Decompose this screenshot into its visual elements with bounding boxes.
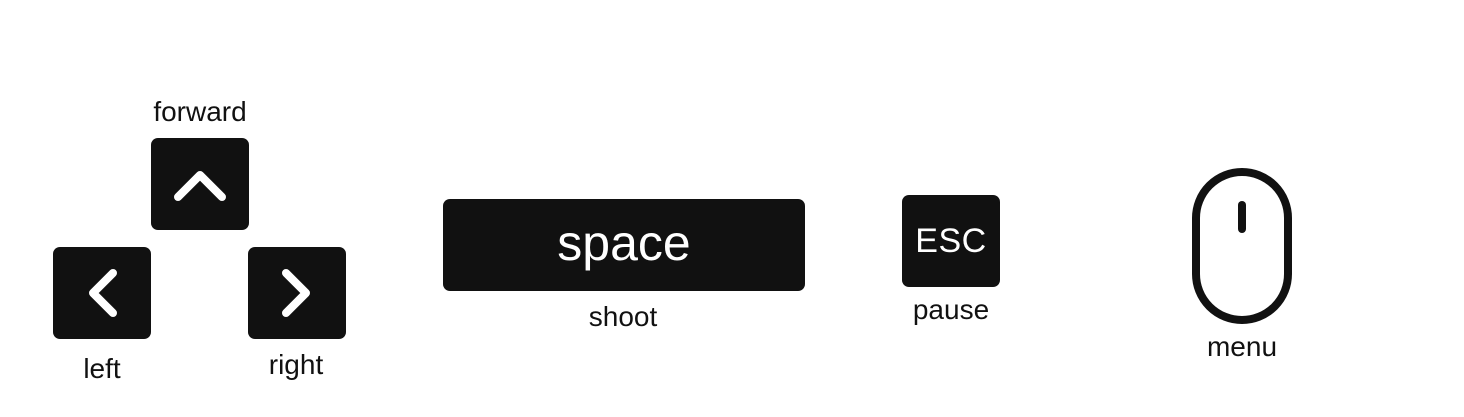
forward-key [151, 138, 249, 230]
right-key [248, 247, 346, 339]
space-key: space [443, 199, 805, 291]
menu-label: menu [1206, 331, 1278, 362]
chevron-right-icon [282, 269, 310, 317]
chevron-left-icon [89, 269, 117, 317]
left-label: left [83, 353, 121, 384]
esc-key-text: ESC [915, 222, 987, 260]
pause-label: pause [912, 294, 990, 325]
right-label: right [268, 349, 324, 380]
forward-label: forward [153, 96, 247, 127]
mouse-icon [1192, 168, 1292, 324]
left-key [53, 247, 151, 339]
space-key-text: space [557, 215, 691, 271]
shoot-label: shoot [588, 301, 658, 332]
esc-key: ESC [902, 195, 1000, 287]
chevron-up-icon [174, 171, 226, 201]
